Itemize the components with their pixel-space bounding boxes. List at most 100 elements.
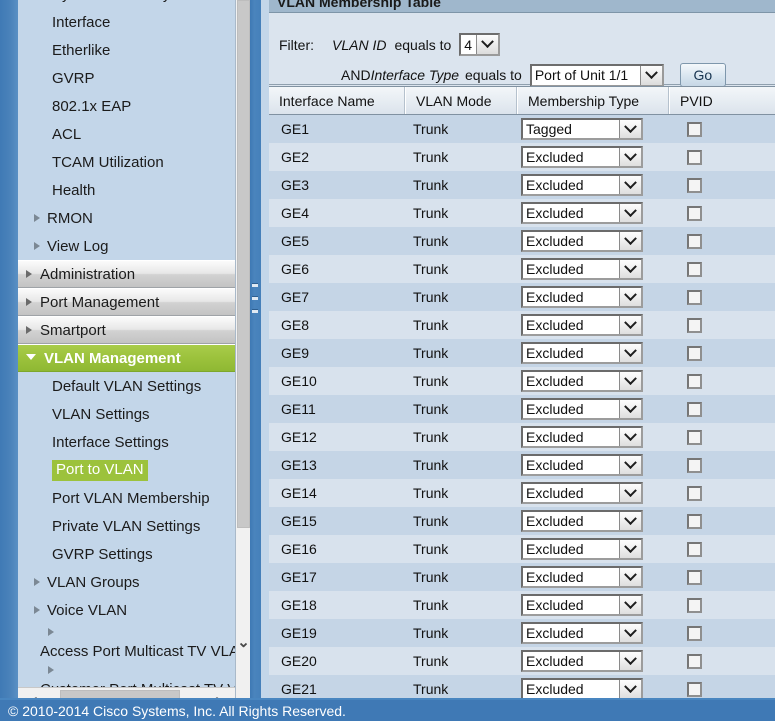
membership-type-select[interactable]: Excluded bbox=[521, 314, 643, 336]
chevron-down-icon[interactable] bbox=[619, 539, 641, 558]
sidebar-item-acl[interactable]: ACL bbox=[18, 120, 235, 148]
membership-type-select[interactable]: Excluded bbox=[521, 678, 643, 700]
sidebar-item-port-to-vlan[interactable]: Port to VLAN bbox=[18, 456, 235, 484]
table-row[interactable]: GE10 Trunk Excluded bbox=[269, 367, 775, 395]
pvid-checkbox[interactable] bbox=[687, 121, 702, 137]
sidebar-group-port-management[interactable]: Port Management bbox=[18, 288, 235, 316]
table-row[interactable]: GE1 Trunk Tagged bbox=[269, 115, 775, 143]
pvid-checkbox[interactable] bbox=[687, 401, 702, 417]
chevron-down-icon[interactable] bbox=[619, 483, 641, 502]
table-row[interactable]: GE20 Trunk Excluded bbox=[269, 647, 775, 675]
table-row[interactable]: GE16 Trunk Excluded bbox=[269, 535, 775, 563]
chevron-down-icon[interactable] bbox=[619, 287, 641, 306]
pvid-checkbox[interactable] bbox=[687, 233, 702, 249]
pvid-checkbox[interactable] bbox=[687, 569, 702, 585]
pvid-checkbox[interactable] bbox=[687, 205, 702, 221]
chevron-down-icon[interactable] bbox=[619, 259, 641, 278]
chevron-down-icon[interactable] bbox=[619, 511, 641, 530]
table-row[interactable]: GE12 Trunk Excluded bbox=[269, 423, 775, 451]
membership-type-select[interactable]: Excluded bbox=[521, 482, 643, 504]
sidebar-item-tcam-utilization[interactable]: TCAM Utilization bbox=[18, 148, 235, 176]
table-row[interactable]: GE17 Trunk Excluded bbox=[269, 563, 775, 591]
chevron-down-icon[interactable] bbox=[619, 679, 641, 698]
table-row[interactable]: GE13 Trunk Excluded bbox=[269, 451, 775, 479]
interface-type-select[interactable]: Port of Unit 1/1 bbox=[529, 63, 664, 87]
sidebar-item-etherlike[interactable]: Etherlike bbox=[18, 36, 235, 64]
sidebar-group-vlan-management[interactable]: VLAN Management bbox=[18, 344, 235, 372]
sidebar-item-port-vlan-membership[interactable]: Port VLAN Membership bbox=[18, 484, 235, 512]
membership-type-select[interactable]: Excluded bbox=[521, 650, 643, 672]
sidebar-item-vlan-groups[interactable]: VLAN Groups bbox=[18, 568, 235, 596]
membership-type-select[interactable]: Excluded bbox=[521, 286, 643, 308]
chevron-down-icon[interactable] bbox=[619, 399, 641, 418]
table-row[interactable]: GE21 Trunk Excluded bbox=[269, 675, 775, 700]
chevron-down-icon[interactable] bbox=[476, 35, 499, 54]
membership-type-select[interactable]: Excluded bbox=[521, 342, 643, 364]
membership-type-select[interactable]: Excluded bbox=[521, 538, 643, 560]
sidebar-expand-arrow-row[interactable] bbox=[18, 662, 235, 678]
pvid-checkbox[interactable] bbox=[687, 261, 702, 277]
pvid-checkbox[interactable] bbox=[687, 653, 702, 669]
membership-type-select[interactable]: Excluded bbox=[521, 258, 643, 280]
sidebar-item-default-vlan-settings[interactable]: Default VLAN Settings bbox=[18, 372, 235, 400]
chevron-down-icon[interactable] bbox=[619, 315, 641, 334]
nav-scrollbar-thumb[interactable] bbox=[237, 0, 250, 528]
vlan-id-select[interactable]: 4 bbox=[459, 33, 501, 56]
membership-type-select[interactable]: Excluded bbox=[521, 426, 643, 448]
chevron-down-icon[interactable]: ⌄ bbox=[236, 630, 251, 654]
pvid-checkbox[interactable] bbox=[687, 373, 702, 389]
sidebar-item-view-log[interactable]: View Log bbox=[18, 232, 235, 260]
table-row[interactable]: GE5 Trunk Excluded bbox=[269, 227, 775, 255]
pvid-checkbox[interactable] bbox=[687, 177, 702, 193]
panel-splitter[interactable] bbox=[250, 0, 261, 700]
go-button[interactable]: Go bbox=[679, 63, 726, 87]
pvid-checkbox[interactable] bbox=[687, 345, 702, 361]
pvid-checkbox[interactable] bbox=[687, 149, 702, 165]
sidebar-item-vlan-settings[interactable]: VLAN Settings bbox=[18, 400, 235, 428]
membership-type-select[interactable]: Excluded bbox=[521, 398, 643, 420]
membership-type-select[interactable]: Excluded bbox=[521, 146, 643, 168]
sidebar-item-access-port-multicast-tv-vlan[interactable]: Access Port Multicast TV VLAN bbox=[18, 640, 235, 662]
membership-type-select[interactable]: Excluded bbox=[521, 622, 643, 644]
chevron-down-icon[interactable] bbox=[639, 65, 662, 85]
table-row[interactable]: GE19 Trunk Excluded bbox=[269, 619, 775, 647]
pvid-checkbox[interactable] bbox=[687, 681, 702, 697]
chevron-down-icon[interactable] bbox=[619, 119, 641, 138]
table-row[interactable]: GE4 Trunk Excluded bbox=[269, 199, 775, 227]
chevron-down-icon[interactable] bbox=[619, 175, 641, 194]
table-row[interactable]: GE2 Trunk Excluded bbox=[269, 143, 775, 171]
sidebar-item-health[interactable]: Health bbox=[18, 176, 235, 204]
table-row[interactable]: GE11 Trunk Excluded bbox=[269, 395, 775, 423]
pvid-checkbox[interactable] bbox=[687, 485, 702, 501]
table-row[interactable]: GE3 Trunk Excluded bbox=[269, 171, 775, 199]
sidebar-item-rmon[interactable]: RMON bbox=[18, 204, 235, 232]
membership-type-select[interactable]: Excluded bbox=[521, 566, 643, 588]
membership-type-select[interactable]: Excluded bbox=[521, 454, 643, 476]
chevron-down-icon[interactable] bbox=[619, 567, 641, 586]
sidebar-expand-arrow-row[interactable] bbox=[18, 624, 235, 640]
chevron-down-icon[interactable] bbox=[619, 623, 641, 642]
navigation-menu[interactable]: System Summary Interface Etherlike GVRP 802.… bbox=[18, 0, 235, 700]
membership-type-select[interactable]: Excluded bbox=[521, 230, 643, 252]
chevron-down-icon[interactable] bbox=[619, 231, 641, 250]
sidebar-group-administration[interactable]: Administration bbox=[18, 260, 235, 288]
membership-type-select[interactable]: Excluded bbox=[521, 202, 643, 224]
chevron-down-icon[interactable] bbox=[619, 651, 641, 670]
table-row[interactable]: GE7 Trunk Excluded bbox=[269, 283, 775, 311]
sidebar-item-gvrp[interactable]: GVRP bbox=[18, 64, 235, 92]
pvid-checkbox[interactable] bbox=[687, 289, 702, 305]
nav-vertical-scrollbar[interactable]: ⌄ bbox=[235, 0, 251, 700]
sidebar-item-gvrp-settings[interactable]: GVRP Settings bbox=[18, 540, 235, 568]
chevron-down-icon[interactable] bbox=[619, 427, 641, 446]
sidebar-item-system-summary[interactable]: System Summary bbox=[18, 0, 235, 8]
pvid-checkbox[interactable] bbox=[687, 457, 702, 473]
pvid-checkbox[interactable] bbox=[687, 625, 702, 641]
sidebar-item-private-vlan-settings[interactable]: Private VLAN Settings bbox=[18, 512, 235, 540]
chevron-down-icon[interactable] bbox=[619, 455, 641, 474]
chevron-down-icon[interactable] bbox=[619, 343, 641, 362]
chevron-down-icon[interactable] bbox=[619, 147, 641, 166]
sidebar-item-802-1x-eap[interactable]: 802.1x EAP bbox=[18, 92, 235, 120]
pvid-checkbox[interactable] bbox=[687, 541, 702, 557]
table-row[interactable]: GE15 Trunk Excluded bbox=[269, 507, 775, 535]
table-row[interactable]: GE9 Trunk Excluded bbox=[269, 339, 775, 367]
